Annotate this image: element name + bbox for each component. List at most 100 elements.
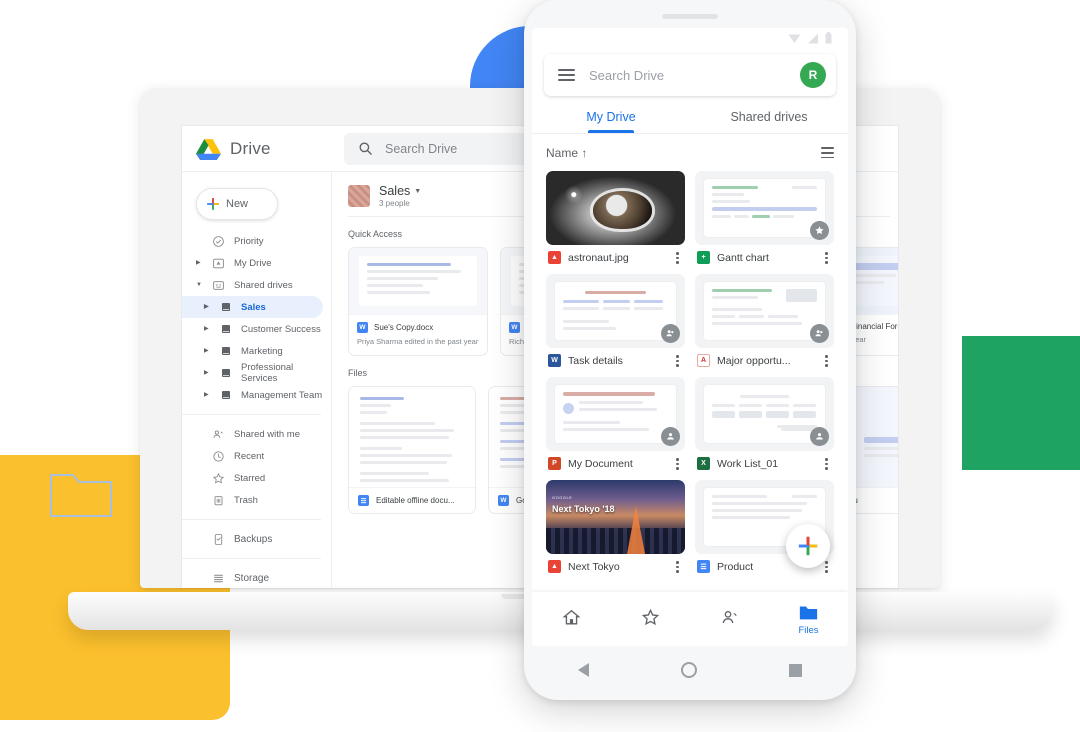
sidebar-item-label: Management Team [241,389,323,401]
phone-file-grid: ▲ astronaut.jpg + Gantt chart W Task det… [532,165,848,574]
shared-drive-title: Sales [379,184,411,198]
file-thumbnail-astronaut [546,171,685,246]
more-options-icon[interactable] [672,561,683,573]
file-cell[interactable]: ▲ astronaut.jpg [546,171,685,265]
file-cell[interactable]: + Gantt chart [695,171,834,265]
sidebar-item-priority[interactable]: Priority [182,230,331,252]
chevron-right-icon[interactable]: ▶ [204,392,211,398]
shared-people-icon [815,330,823,337]
quick-access-card[interactable]: W Sue's Copy.docx Priya Sharma edited in… [348,247,488,356]
sidebar-item-recent[interactable]: Recent [182,445,331,467]
more-options-icon[interactable] [821,458,832,470]
sidebar-item-my-drive[interactable]: ▶ My Drive [182,252,331,274]
file-cell[interactable]: GOOGLE Next Tokyo '18 ▲ Next Tokyo [546,480,685,574]
hamburger-icon[interactable] [558,66,575,84]
tab-shared-drives[interactable]: Shared drives [690,104,848,133]
home-circle-icon[interactable] [681,662,697,678]
chevron-right-icon[interactable]: ▶ [204,326,211,332]
file-thumbnail [695,274,834,349]
phone-search-bar[interactable]: Search Drive R [544,54,836,96]
sidebar-item-label: My Drive [234,257,272,269]
new-button-label: New [226,198,249,210]
avatar[interactable]: R [800,62,826,88]
chevron-right-icon[interactable]: ▶ [204,348,211,354]
shared-badge [810,324,829,344]
signal-icon [808,33,818,43]
drive-brand-label: Drive [230,138,271,158]
sidebar-item-backups[interactable]: Backups [182,528,331,550]
bottom-nav-shared[interactable] [690,608,769,630]
thumbnail-kicker: GOOGLE [552,495,573,501]
thumb-paper [704,282,825,341]
bottom-nav-starred[interactable] [611,608,690,630]
sidebar-item-management-team[interactable]: ▶ Management Team [182,384,331,406]
word-icon: W [509,322,520,333]
sidebar-item-label: Recent [234,450,265,462]
chevron-down-icon[interactable]: ▼ [196,282,203,288]
chevron-right-icon[interactable]: ▶ [196,260,203,266]
sidebar-divider [182,519,321,520]
file-cell[interactable]: P My Document [546,377,685,471]
card-meta: W Sue's Copy.docx Priya Sharma edited in… [349,314,487,355]
thumb-paper [704,385,825,444]
chevron-right-icon[interactable]: ▶ [204,304,211,310]
sort-control[interactable]: Name ↑ [546,146,587,160]
shared-people-icon [816,433,823,440]
card-preview [349,248,487,314]
more-options-icon[interactable] [821,561,832,573]
pdf-icon: A [697,354,710,368]
shared-people-icon [722,610,737,624]
plus-icon [798,536,818,556]
backup-icon [214,533,223,545]
file-cell[interactable]: A Major opportu... [695,274,834,368]
drive-logo-icon [196,138,221,160]
sidebar-item-trash[interactable]: Trash [182,489,331,511]
drive-unit-icon [222,325,230,333]
new-file-fab[interactable] [786,524,830,568]
file-row: + Gantt chart [695,245,834,265]
shared-drives-icon [213,280,224,290]
recents-square-icon[interactable] [789,663,802,677]
sidebar-item-shared-with-me[interactable]: Shared with me [182,423,331,445]
shared-badge [661,427,680,447]
sidebar-item-customer-success[interactable]: ▶ Customer Success [182,318,331,340]
sidebar-item-shared-drives[interactable]: ▼ Shared drives [182,274,331,296]
sidebar-item-storage[interactable]: Storage [182,567,331,588]
phone-speaker [662,14,718,19]
sidebar-item-starred[interactable]: Starred [182,467,331,489]
sidebar-item-marketing[interactable]: ▶ Marketing [182,340,331,362]
bottom-nav-label: Files [798,624,819,636]
file-tile[interactable]: ☰ Editable offline docu... [348,386,476,514]
word-icon: W [357,322,368,333]
file-cell[interactable]: W Task details [546,274,685,368]
new-button[interactable]: New [196,188,278,220]
more-options-icon[interactable] [821,252,832,264]
clock-icon [213,450,224,462]
file-thumbnail [695,377,834,452]
sidebar-item-label: Priority [234,235,264,247]
file-row: ▲ astronaut.jpg [546,245,685,265]
file-thumbnail [546,377,685,452]
sidebar-item-professional-services[interactable]: ▶ Professional Services [182,362,331,384]
drive-search-placeholder: Search Drive [385,141,458,156]
chevron-down-icon[interactable]: ▼ [414,188,421,195]
arrow-up-icon[interactable]: ↑ [581,146,587,160]
bottom-nav-files[interactable]: Files [769,603,848,636]
more-options-icon[interactable] [672,458,683,470]
more-options-icon[interactable] [672,252,683,264]
drive-brand[interactable]: Drive [182,138,332,160]
more-options-icon[interactable] [821,355,832,367]
bottom-nav-home[interactable] [532,608,611,630]
back-triangle-icon[interactable] [578,663,589,677]
more-options-icon[interactable] [672,355,683,367]
list-view-icon[interactable] [821,144,834,161]
file-cell[interactable]: X Work List_01 [695,377,834,471]
tab-my-drive[interactable]: My Drive [532,104,690,133]
chevron-right-icon[interactable]: ▶ [204,370,211,376]
my-drive-icon [213,258,224,268]
sidebar-item-sales[interactable]: ▶ Sales [182,296,323,318]
image-icon: ▲ [548,251,561,265]
shared-drive-thumbnail [348,185,370,207]
drive-unit-icon [222,347,230,355]
card-file-name: Sue's Copy.docx [374,323,434,332]
